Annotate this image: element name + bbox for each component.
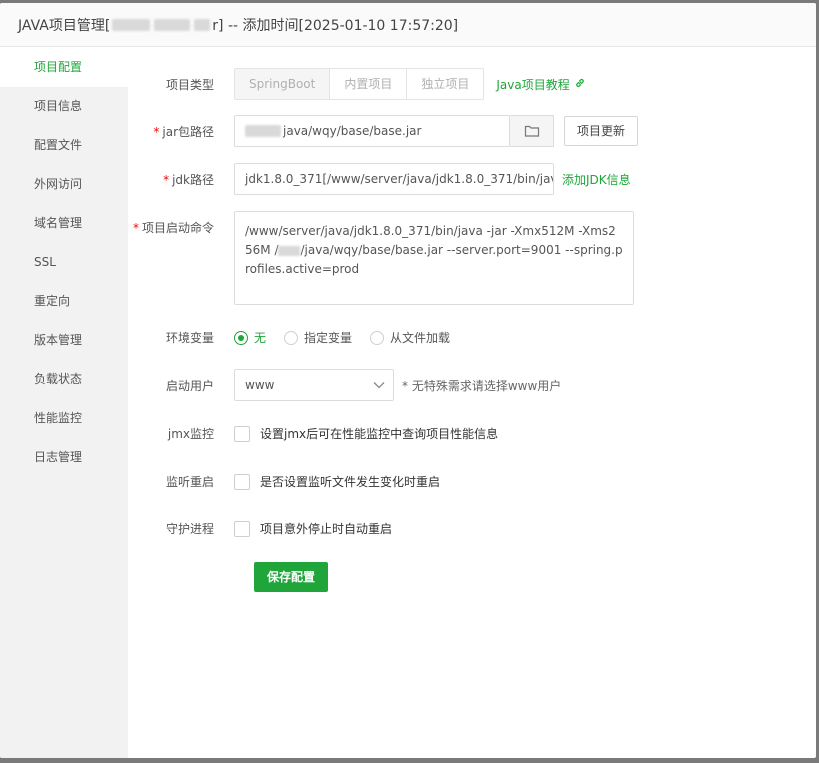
env-radio-none[interactable]: 无 [234, 329, 266, 346]
jdk-path-label: * jdk路径 [163, 172, 214, 187]
link-icon [574, 77, 586, 92]
java-tutorial-link-text[interactable]: Java项目教程 [496, 76, 569, 93]
row-start-command: * 项目启动命令 /www/server/java/jdk1.8.0_371/bi… [128, 211, 634, 305]
sidebar-item-logs[interactable]: 日志管理 [0, 438, 128, 477]
env-radio-specified-label: 指定变量 [304, 331, 353, 345]
sidebar-item-project-info[interactable]: 项目信息 [0, 87, 128, 126]
chevron-down-icon [373, 382, 385, 389]
start-command-text-2: /java/wqy/base/base.jar --server.port=90… [245, 243, 623, 276]
watch-restart-label: 监听重启 [165, 475, 214, 489]
row-run-user: 启动用户 www * 无特殊需求请选择www用户 [128, 369, 561, 401]
row-jar-path: * jar包路径 java/wqy/base/base.jar 项目更新 [128, 115, 639, 147]
sidebar-item-version[interactable]: 版本管理 [0, 321, 128, 360]
jar-path-label: * jar包路径 [153, 124, 214, 139]
redacted-text [154, 18, 191, 31]
main-form: 项目类型 SpringBoot 内置项目 独立项目 Java项目教程 * jar包… [128, 48, 816, 758]
sidebar-item-domain[interactable]: 域名管理 [0, 204, 128, 243]
sidebar: 项目配置 项目信息 配置文件 外网访问 域名管理 SSL 重定向 版本管理 负载… [0, 48, 128, 758]
sidebar-item-performance[interactable]: 性能监控 [0, 399, 128, 438]
jdk-path-select[interactable]: jdk1.8.0_371[/www/server/java/jdk1.8.0_3… [234, 163, 554, 195]
row-jmx: jmx监控 设置jmx后可在性能监控中查询项目性能信息 [128, 425, 498, 442]
run-user-select[interactable]: www [234, 369, 394, 401]
jmx-text: 设置jmx后可在性能监控中查询项目性能信息 [260, 427, 499, 441]
start-command-textarea[interactable]: /www/server/java/jdk1.8.0_371/bin/java -… [234, 211, 634, 305]
env-radio-none-label: 无 [254, 331, 267, 345]
row-jdk-path: * jdk路径 jdk1.8.0_371[/www/server/java/jdk… [128, 163, 631, 195]
run-user-hint: * 无特殊需求请选择www用户 [402, 378, 562, 393]
project-type-builtin[interactable]: 内置项目 [330, 69, 408, 99]
daemon-text: 项目意外停止时自动重启 [260, 522, 393, 536]
redacted-text [245, 125, 281, 137]
radio-dot[interactable] [234, 330, 248, 345]
sidebar-item-config-file[interactable]: 配置文件 [0, 126, 128, 165]
start-command-label: * 项目启动命令 [132, 221, 214, 235]
radio-dot[interactable] [370, 330, 385, 345]
row-watch-restart: 监听重启 是否设置监听文件发生变化时重启 [128, 473, 440, 490]
row-env: 环境变量 无 指定变量 从文件加载 [128, 329, 468, 346]
daemon-label: 守护进程 [165, 522, 214, 536]
project-type-standalone[interactable]: 独立项目 [407, 69, 483, 99]
sidebar-item-external-access[interactable]: 外网访问 [0, 165, 128, 204]
env-radio-specified[interactable]: 指定变量 [284, 329, 352, 346]
dialog-title-suffix: r] -- 添加时间[2025-01-10 17:57:20] [212, 17, 459, 34]
env-radio-file[interactable]: 从文件加载 [370, 329, 450, 346]
env-radio-file-label: 从文件加载 [390, 331, 451, 345]
project-update-button[interactable]: 项目更新 [564, 116, 639, 146]
redacted-text [194, 18, 211, 31]
project-type-springboot[interactable]: SpringBoot [235, 69, 331, 99]
row-project-type: 项目类型 SpringBoot 内置项目 独立项目 Java项目教程 [128, 68, 586, 100]
add-jdk-link[interactable]: 添加JDK信息 [562, 171, 631, 188]
daemon-checkbox[interactable] [234, 520, 250, 537]
folder-picker-button[interactable] [510, 115, 554, 147]
dialog-title-prefix: JAVA项目管理[ [18, 17, 111, 34]
row-save: 保存配置 [254, 562, 329, 592]
save-config-button[interactable]: 保存配置 [254, 562, 329, 592]
dialog-titlebar: JAVA项目管理[ r] -- 添加时间[2025-01-10 17:57:20… [0, 3, 816, 47]
env-label: 环境变量 [165, 331, 214, 345]
sidebar-item-redirect[interactable]: 重定向 [0, 282, 128, 321]
run-user-label: 启动用户 [165, 378, 214, 393]
sidebar-item-ssl[interactable]: SSL [0, 243, 128, 282]
jar-path-input[interactable]: java/wqy/base/base.jar [234, 115, 510, 147]
row-daemon: 守护进程 项目意外停止时自动重启 [128, 520, 392, 537]
project-type-label: 项目类型 [165, 77, 214, 92]
redacted-text [112, 18, 151, 31]
radio-dot[interactable] [284, 330, 299, 345]
jmx-checkbox[interactable] [234, 425, 250, 442]
jmx-label: jmx监控 [167, 427, 214, 441]
jar-path-value: java/wqy/base/base.jar [283, 124, 422, 138]
watch-restart-checkbox[interactable] [234, 473, 250, 490]
sidebar-item-project-config[interactable]: 项目配置 [0, 48, 128, 87]
folder-icon [524, 125, 539, 137]
sidebar-item-load-status[interactable]: 负载状态 [0, 360, 128, 399]
redacted-text [278, 245, 301, 256]
watch-restart-text: 是否设置监听文件发生变化时重启 [260, 475, 441, 489]
project-type-segmented: SpringBoot 内置项目 独立项目 [234, 68, 485, 100]
run-user-value: www [245, 378, 275, 392]
project-dialog: JAVA项目管理[ r] -- 添加时间[2025-01-10 17:57:20… [0, 3, 816, 758]
java-tutorial-link[interactable]: Java项目教程 [496, 76, 585, 93]
